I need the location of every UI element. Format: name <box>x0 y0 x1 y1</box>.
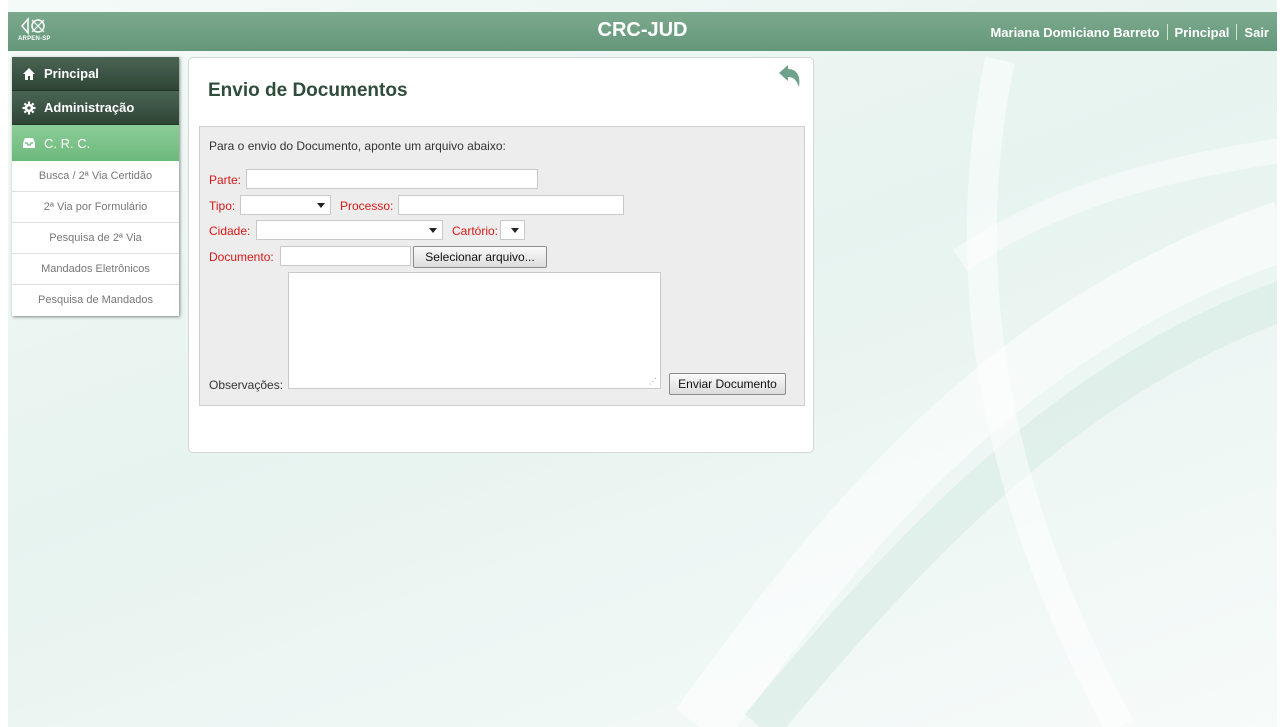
upload-form: Para o envio do Documento, aponte um arq… <box>199 126 805 406</box>
processo-input[interactable] <box>398 195 624 215</box>
cidade-select[interactable] <box>256 220 443 240</box>
nav-sair-link[interactable]: Sair <box>1244 25 1269 40</box>
sidebar-menu: Principal Administração C. R. C. Busca /… <box>12 57 179 316</box>
chevron-down-icon <box>511 228 519 233</box>
home-icon <box>22 67 36 81</box>
sidebar-subitem-busca[interactable]: Busca / 2ª Via Certidão <box>12 161 179 192</box>
tipo-label: Tipo: <box>209 199 236 213</box>
observacoes-label: Observações: <box>209 378 284 392</box>
resize-grip-icon[interactable]: ⋰ <box>649 377 657 386</box>
chevron-down-icon <box>317 203 325 208</box>
top-header-bar: ARPEN-SP CRC-JUD Mariana Domiciano Barre… <box>8 12 1277 51</box>
nav-principal-link[interactable]: Principal <box>1175 25 1230 40</box>
sidebar-subitem-mandados-eletronicos[interactable]: Mandados Eletrônicos <box>12 254 179 285</box>
form-intro-text: Para o envio do Documento, aponte um arq… <box>209 139 506 153</box>
cidade-label: Cidade: <box>209 224 251 238</box>
content-panel: Envio de Documentos Para o envio do Docu… <box>188 57 814 453</box>
sidebar-item-principal[interactable]: Principal <box>12 57 179 91</box>
processo-label: Processo: <box>340 199 394 213</box>
chevron-down-icon <box>429 228 437 233</box>
user-nav: Mariana Domiciano Barreto Principal Sair <box>990 24 1269 40</box>
right-border <box>1277 0 1284 727</box>
parte-input[interactable] <box>246 169 538 189</box>
sidebar-item-label: Principal <box>44 66 99 81</box>
sidebar-item-label: C. R. C. <box>44 135 91 151</box>
back-button[interactable] <box>775 63 805 91</box>
inbox-icon <box>22 136 36 150</box>
parte-label: Parte: <box>209 173 242 187</box>
cartorio-label: Cartório: <box>452 224 499 238</box>
gear-icon <box>22 101 36 115</box>
documento-file-path[interactable] <box>280 246 411 266</box>
submit-document-button[interactable]: Enviar Documento <box>669 373 786 395</box>
sidebar-item-crc[interactable]: C. R. C. <box>12 125 179 161</box>
sidebar-subitem-segunda-via-formulario[interactable]: 2ª Via por Formulário <box>12 192 179 223</box>
documento-label: Documento: <box>209 250 274 264</box>
sidebar-item-administracao[interactable]: Administração <box>12 91 179 125</box>
cartorio-select[interactable] <box>500 220 525 240</box>
left-border <box>0 0 8 727</box>
user-name-link[interactable]: Mariana Domiciano Barreto <box>990 25 1159 40</box>
back-arrow-icon <box>779 65 800 87</box>
tipo-select[interactable] <box>240 195 331 215</box>
select-file-button[interactable]: Selecionar arquivo... <box>413 246 547 268</box>
page-title: Envio de Documentos <box>208 80 408 101</box>
nav-divider <box>1166 24 1168 40</box>
sidebar-subitem-pesquisa-segunda-via[interactable]: Pesquisa de 2ª Via <box>12 223 179 254</box>
sidebar-subitem-pesquisa-mandados[interactable]: Pesquisa de Mandados <box>12 285 179 316</box>
sidebar-item-label: Administração <box>44 100 135 115</box>
observacoes-textarea[interactable]: ⋰ <box>288 272 661 389</box>
nav-divider <box>1236 24 1238 40</box>
